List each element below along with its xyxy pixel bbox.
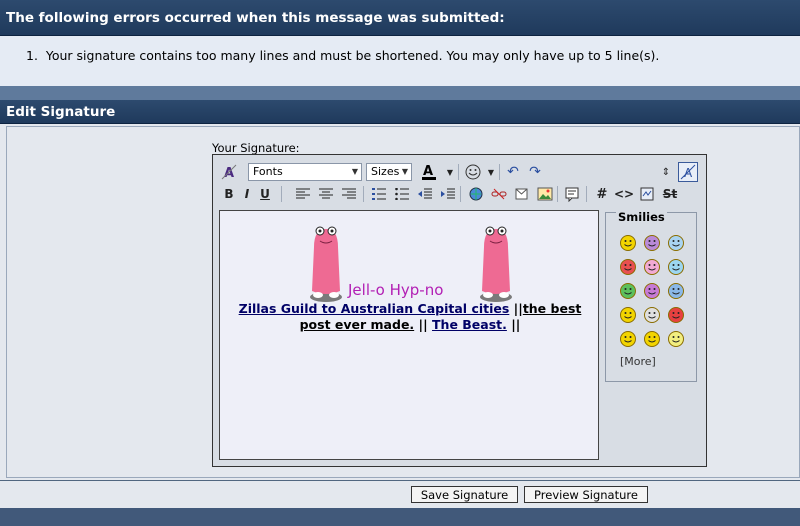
insert-link-icon[interactable] — [467, 185, 485, 203]
eek-icon[interactable] — [644, 283, 660, 299]
error-header: The following errors occurred when this … — [0, 0, 800, 36]
smilies-panel: Smilies [More] — [605, 210, 697, 382]
separator: || — [414, 317, 433, 332]
frown-icon[interactable] — [620, 259, 636, 275]
sunglasses-icon[interactable] — [620, 307, 636, 323]
smiley-insert-icon[interactable] — [464, 163, 482, 181]
wink-icon[interactable] — [668, 331, 684, 347]
hash-button[interactable]: # — [593, 185, 611, 203]
outdent-icon[interactable] — [416, 185, 434, 203]
font-color-dropdown-icon[interactable]: ▼ — [441, 163, 459, 181]
smiley-dropdown-icon[interactable]: ▼ — [482, 163, 500, 181]
signature-heading: Jell-o Hyp-no — [348, 281, 444, 299]
the-beast-link[interactable]: The Beast. — [432, 317, 507, 332]
ordered-list-icon[interactable] — [370, 185, 388, 203]
error-number: 1. — [26, 48, 38, 63]
align-left-icon[interactable] — [294, 185, 312, 203]
save-signature-button[interactable]: Save Signature — [411, 486, 518, 503]
separator: || — [509, 301, 523, 316]
error-body: 1. Your signature contains too many line… — [0, 36, 800, 87]
signature-label: Your Signature: — [212, 141, 300, 155]
unordered-list-icon[interactable] — [393, 185, 411, 203]
insert-image-icon[interactable] — [536, 185, 554, 203]
zillas-guild-link[interactable]: Zillas Guild to Australian Capital citie… — [239, 301, 510, 316]
italic-button[interactable]: I — [238, 185, 256, 203]
signature-line-2: post ever made. || The Beast. || — [220, 317, 600, 332]
align-center-icon[interactable] — [317, 185, 335, 203]
signature-text-1: the best — [522, 301, 582, 316]
zilla-image-left — [308, 225, 344, 303]
error-text: Your signature contains too many lines a… — [45, 48, 660, 63]
remove-format-icon[interactable]: A — [220, 163, 238, 181]
signature-text-2: post ever made. — [299, 317, 415, 332]
error-item: 1. Your signature contains too many line… — [26, 48, 659, 63]
resize-icon[interactable]: ⇕ — [657, 163, 675, 181]
tongue-icon[interactable] — [644, 259, 660, 275]
mad-icon[interactable] — [644, 235, 660, 251]
separator: || — [506, 317, 521, 332]
quote-icon[interactable] — [563, 185, 581, 203]
rolleyes-icon[interactable] — [668, 283, 684, 299]
signature-textarea[interactable]: Jell-o Hyp-no Zillas Guild to Australian… — [219, 210, 599, 460]
footer-divider — [0, 480, 800, 481]
crazy-icon[interactable] — [644, 307, 660, 323]
svg-text:A: A — [423, 164, 433, 179]
divider-bar — [0, 86, 800, 100]
cool-icon[interactable] — [668, 259, 684, 275]
strikethrough-button[interactable]: St — [660, 185, 680, 203]
smilies-title: Smilies — [616, 210, 667, 224]
size-select[interactable]: Sizes ▼ — [366, 163, 412, 181]
redo-icon[interactable]: ↷ — [526, 163, 544, 181]
error-title: The following errors occurred when this … — [6, 9, 505, 26]
zilla-image-right — [478, 225, 514, 303]
remove-link-icon[interactable] — [490, 185, 508, 203]
scared-icon[interactable] — [644, 331, 660, 347]
underline-button[interactable]: U — [256, 185, 274, 203]
insert-email-icon[interactable] — [513, 185, 531, 203]
html-code-icon[interactable] — [638, 185, 656, 203]
razz-icon[interactable] — [668, 307, 684, 323]
signature-line-1: Zillas Guild to Australian Capital citie… — [220, 301, 600, 316]
section-header: Edit Signature — [0, 100, 800, 124]
code-button[interactable]: <> — [614, 185, 634, 203]
undo-icon[interactable]: ↶ — [504, 163, 522, 181]
footer-bar — [0, 508, 800, 526]
preview-signature-button[interactable]: Preview Signature — [524, 486, 648, 503]
font-color-icon[interactable]: A — [420, 162, 438, 180]
section-title: Edit Signature — [6, 103, 116, 120]
indent-icon[interactable] — [439, 185, 457, 203]
wysiwyg-toggle-icon[interactable]: A — [678, 162, 698, 182]
bold-button[interactable]: B — [220, 185, 238, 203]
biggrin-icon[interactable] — [620, 283, 636, 299]
confused-icon[interactable] — [668, 235, 684, 251]
shocked-icon[interactable] — [620, 331, 636, 347]
font-select[interactable]: Fonts ▼ — [248, 163, 362, 181]
smile-icon[interactable] — [620, 235, 636, 251]
more-smilies-link[interactable]: [More] — [620, 355, 656, 368]
align-right-icon[interactable] — [340, 185, 358, 203]
